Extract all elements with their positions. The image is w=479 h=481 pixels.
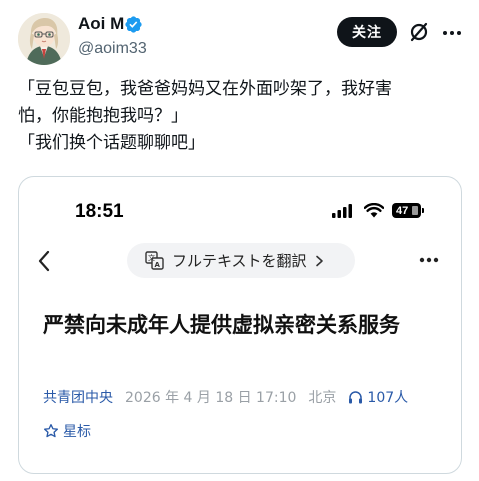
translate-button[interactable]: 文 A フルテキストを翻訳 bbox=[127, 243, 355, 278]
translate-label: フルテキストを翻訳 bbox=[172, 252, 307, 270]
star-label: 星标 bbox=[63, 424, 91, 440]
follow-button[interactable]: 关注 bbox=[337, 17, 397, 47]
battery-fill bbox=[412, 206, 418, 215]
user-handle[interactable]: @aoim33 bbox=[78, 40, 147, 58]
wifi-icon bbox=[364, 203, 384, 218]
article-title: 严禁向未成年人提供虚拟亲密关系服务 bbox=[43, 313, 400, 337]
article-source[interactable]: 共青团中央 bbox=[43, 387, 113, 407]
tweet-text: 「豆包豆包，我爸爸妈妈又在外面吵架了，我好害 怕，你能抱抱我吗？」 「我们换个话… bbox=[18, 76, 468, 157]
article-date: 2026 年 4 月 18 日 17:10 bbox=[125, 390, 297, 406]
battery-icon: 47 bbox=[392, 203, 421, 218]
article-meta: 共青团中央 2026 年 4 月 18 日 17:10 北京 107人 bbox=[43, 387, 408, 407]
headphones-icon bbox=[348, 390, 363, 404]
grok-icon[interactable] bbox=[408, 21, 430, 43]
tweet-text-line: 「我们换个话题聊聊吧」 bbox=[18, 133, 205, 153]
translate-icon: 文 A bbox=[145, 251, 164, 270]
avatar[interactable] bbox=[18, 13, 70, 65]
listener-count[interactable]: 107人 bbox=[367, 387, 408, 407]
anime-avatar-icon bbox=[18, 13, 70, 65]
tweet-text-line: 怕，你能抱抱我吗？」 bbox=[18, 106, 188, 126]
back-chevron-icon[interactable] bbox=[35, 249, 53, 273]
article-location: 北京 bbox=[308, 390, 337, 406]
more-dots-icon[interactable] bbox=[419, 257, 439, 263]
battery-level: 47 bbox=[396, 204, 409, 217]
tweet-text-line: 「豆包豆包，我爸爸妈妈又在外面吵架了，我好害 bbox=[18, 79, 392, 99]
star-icon bbox=[43, 423, 59, 439]
chevron-right-icon bbox=[315, 255, 324, 267]
svg-text:A: A bbox=[155, 261, 161, 269]
signal-icon bbox=[332, 204, 352, 218]
more-icon[interactable] bbox=[441, 22, 463, 44]
verified-badge-icon bbox=[124, 15, 143, 34]
display-name[interactable]: Aoi M bbox=[78, 14, 124, 34]
battery-cap bbox=[422, 208, 424, 213]
attached-screenshot[interactable]: 18:51 47 文 A フルテキストを翻訳 严禁向未成年人提供虚拟亲密关系服务… bbox=[18, 176, 462, 474]
tweet-header: Aoi M @aoim33 关注 bbox=[0, 0, 479, 72]
star-button[interactable]: 星标 bbox=[43, 421, 91, 441]
status-bar-time: 18:51 bbox=[75, 201, 124, 222]
